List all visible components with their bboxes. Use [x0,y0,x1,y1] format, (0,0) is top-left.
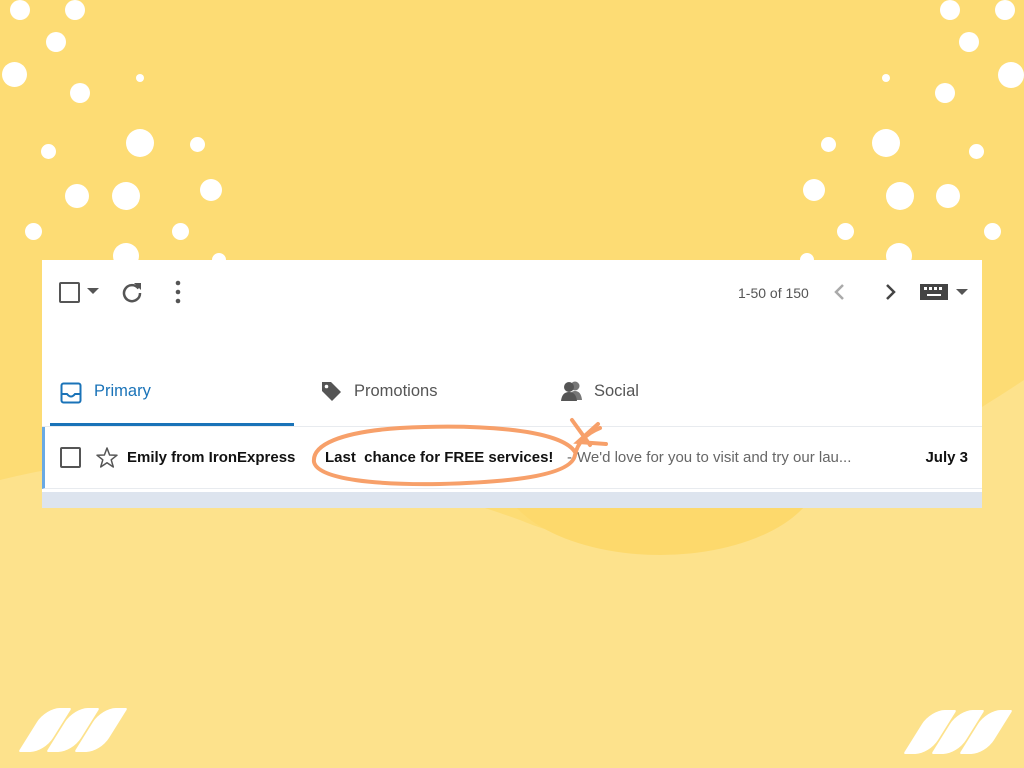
caret-down-icon[interactable] [955,288,969,298]
caret-down-icon[interactable] [86,286,100,296]
category-tabs: Primary Promotions Social [42,370,982,427]
email-snippet: We'd love for you to visit and try our l… [577,449,852,466]
star-icon[interactable] [95,446,119,470]
tab-label: Primary [94,382,151,400]
tab-social[interactable]: Social [558,370,798,424]
tag-icon [322,382,341,401]
chevron-left-icon[interactable] [832,282,848,302]
brand-logo-left [18,708,130,752]
refresh-icon[interactable] [120,280,144,304]
keyboard-icon[interactable] [919,282,949,302]
email-subject: Last chance for FREE services! [325,449,554,466]
inbox-toolbar: 1-50 of 150 [42,260,982,324]
more-vert-icon[interactable] [168,280,188,304]
select-all-checkbox[interactable] [58,280,82,304]
email-sender: Emily from IronExpress [127,449,296,466]
tab-promotions[interactable]: Promotions [318,370,558,424]
email-date: July 3 [925,449,968,466]
subject-separator: - [567,449,572,466]
email-row[interactable]: Emily from IronExpress Last chance for F… [42,427,982,489]
tab-label: Promotions [354,382,438,400]
inbox-icon [60,382,82,404]
brand-logo-right [903,710,1015,754]
tab-label: Social [594,382,639,400]
row-checkbox[interactable] [59,446,83,470]
email-inbox-panel: 1-50 of 150 Primary Promotions Social Em… [42,260,982,508]
people-icon [561,381,582,401]
tab-primary[interactable]: Primary [50,370,294,426]
chevron-right-icon[interactable] [882,282,898,302]
list-footer [42,492,982,508]
active-tab-indicator [50,423,294,426]
pagination-range: 1-50 of 150 [738,285,809,301]
